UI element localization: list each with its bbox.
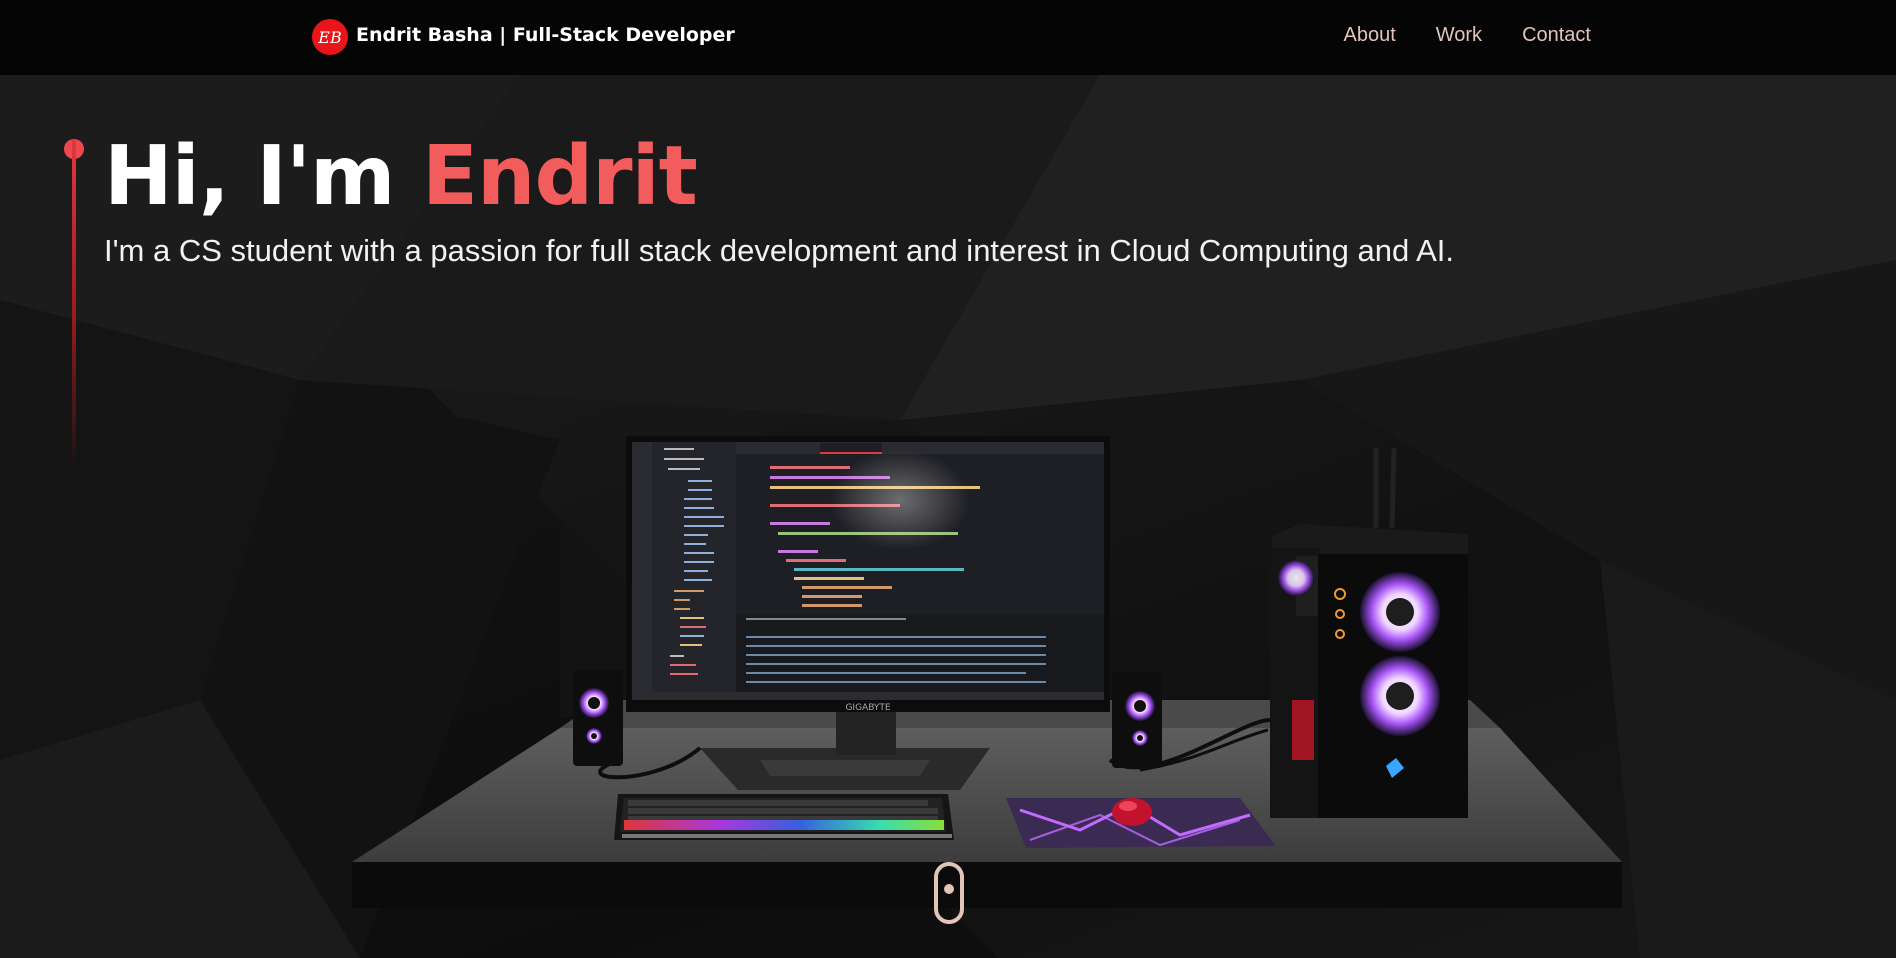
- left-speaker: [573, 670, 623, 766]
- keyboard: [614, 794, 954, 840]
- scroll-down-indicator[interactable]: [934, 862, 964, 924]
- desk-front: [352, 862, 1622, 908]
- pc-tower: [1270, 447, 1468, 818]
- right-speaker: [1112, 672, 1162, 768]
- page: EB Endrit Basha | Full-Stack Developer A…: [0, 0, 1896, 958]
- computer-desk-scene[interactable]: GIGABYTE: [0, 0, 1896, 958]
- scroll-dot-icon: [944, 884, 954, 894]
- monitor: GIGABYTE: [626, 436, 1110, 713]
- monitor-brand-label: GIGABYTE: [845, 703, 890, 713]
